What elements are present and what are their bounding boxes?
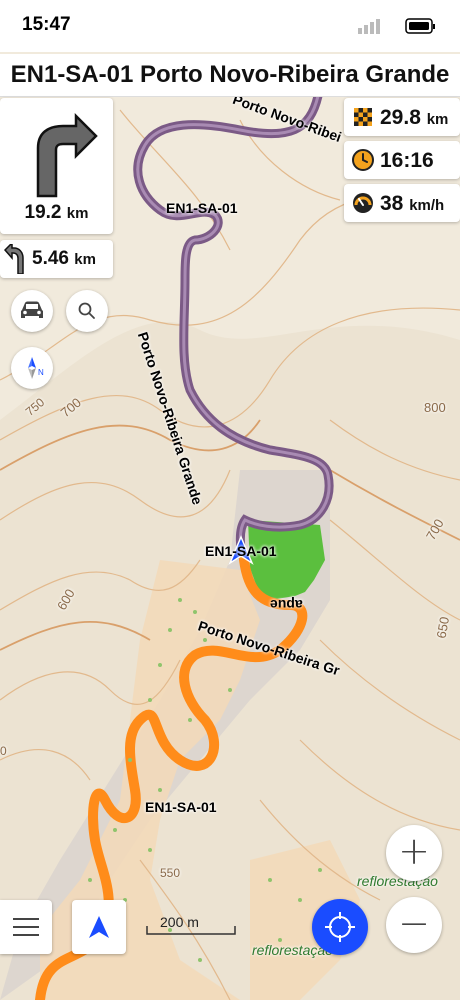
arrival-time-value: 16:16 (380, 149, 434, 172)
minus-icon: − (398, 901, 430, 945)
zoom-out-button[interactable]: − (386, 897, 442, 953)
zoom-in-button[interactable]: + (386, 825, 442, 881)
speed-value: 38 km/h (380, 192, 445, 215)
slight-left-icon (4, 244, 24, 274)
status-time: 15:47 (22, 14, 71, 35)
turn-right-icon (36, 112, 98, 198)
remaining-distance-widget[interactable]: 29.8 km (344, 98, 460, 136)
navigation-button[interactable] (72, 900, 126, 954)
compass-button[interactable]: N (11, 347, 53, 389)
search-button[interactable] (66, 290, 108, 332)
speedometer-icon (353, 193, 373, 213)
menu-button[interactable] (0, 900, 52, 954)
road-ref-label: EN1-SA-01 (166, 200, 238, 216)
contour-label: 0 (0, 744, 7, 758)
status-bar: 15:47 (0, 0, 460, 52)
car-icon (21, 301, 43, 318)
driving-mode-button[interactable] (11, 290, 53, 332)
crosshair-icon (325, 912, 355, 942)
search-icon (78, 302, 95, 319)
next-turn-panel[interactable]: 19.2 km (0, 98, 113, 234)
next-turn-distance: 19.2 km (24, 202, 89, 223)
speed-widget[interactable]: 38 km/h (344, 184, 460, 222)
my-location-button[interactable] (312, 899, 368, 955)
following-turn-distance: 5.46 km (32, 248, 96, 269)
status-icons (358, 18, 435, 34)
scale-line (146, 926, 236, 935)
route-title: EN1-SA-01 Porto Novo-Ribeira Grande (0, 54, 460, 97)
battery-icon (405, 18, 435, 34)
hamburger-menu-icon (13, 918, 39, 936)
remaining-distance-value: 29.8 km (380, 106, 449, 129)
following-turn-panel[interactable]: 5.46 km (0, 240, 113, 278)
plus-icon: + (398, 829, 430, 873)
road-ref-label: EN1-SA-01 (145, 799, 217, 815)
arrival-time-widget[interactable]: 16:16 (344, 141, 460, 179)
navigation-arrow-icon (89, 916, 109, 938)
clock-icon (352, 149, 374, 171)
road-ref-label: EN1-SA-01 (205, 543, 277, 559)
contour-label: 550 (160, 866, 181, 880)
compass-north-label: N (38, 368, 44, 377)
compass-icon: N (28, 357, 44, 379)
signal-icon (358, 19, 380, 34)
road-name-label: apue (270, 597, 303, 613)
contour-label: 800 (424, 400, 446, 415)
checkered-flag-icon (354, 108, 372, 126)
